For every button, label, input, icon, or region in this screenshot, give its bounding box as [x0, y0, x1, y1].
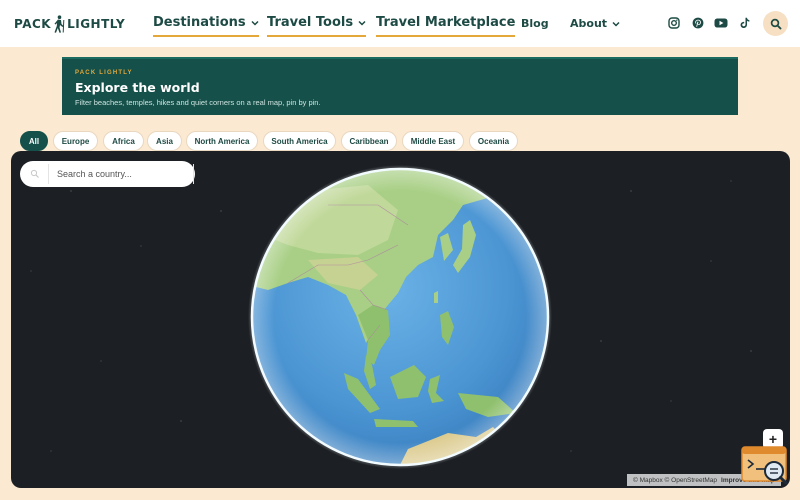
nav-about[interactable]: About: [570, 17, 620, 30]
banner-kicker: PACK LIGHTLY: [75, 70, 133, 76]
filter-chip-south-america[interactable]: South America: [263, 131, 336, 151]
hiker-icon: [54, 15, 65, 33]
hero-banner: PACK LIGHTLY Explore the world Filter be…: [62, 57, 738, 115]
world-map[interactable]: + © Mapbox © OpenStreetMap Improve this …: [11, 151, 790, 488]
brand-logo[interactable]: PACK LIGHTLY: [14, 14, 125, 34]
nav-underline: [376, 35, 516, 37]
filter-chip-oceania[interactable]: Oceania: [469, 131, 518, 151]
nav-travel-tools-label: Travel Tools: [267, 15, 354, 30]
chevron-down-icon: [612, 21, 620, 27]
filter-chip-caribbean[interactable]: Caribbean: [341, 131, 397, 151]
site-header: PACK LIGHTLY Destinations Travel Tools T…: [0, 0, 800, 47]
country-search-input[interactable]: [48, 164, 194, 184]
nav-marketplace-label: Travel Marketplace: [376, 15, 516, 30]
attribution-osm[interactable]: © OpenStreetMap: [665, 477, 717, 484]
globe[interactable]: [248, 165, 552, 469]
youtube-link[interactable]: [714, 16, 728, 30]
nav-blog-label: Blog: [521, 17, 549, 30]
banner-subtitle: Filter beaches, temples, hikes and quiet…: [75, 98, 321, 107]
search-icon: [30, 169, 39, 178]
country-search-box: [20, 161, 195, 187]
nav-travel-tools[interactable]: Travel Tools: [267, 15, 367, 37]
banner-title: Explore the world: [75, 80, 200, 95]
filter-chip-north-america[interactable]: North America: [186, 131, 258, 151]
nav-underline: [153, 35, 259, 37]
brand-name-left: PACK: [14, 17, 52, 31]
brand-name-right: LIGHTLY: [67, 17, 126, 31]
nav-about-label: About: [570, 17, 608, 30]
pinterest-link[interactable]: [691, 16, 705, 30]
nav-underline: [267, 35, 367, 37]
filter-chip-africa[interactable]: Africa: [103, 131, 144, 151]
filter-chip-middle-east[interactable]: Middle East: [402, 131, 464, 151]
tiktok-icon: [740, 17, 750, 29]
search-icon: [770, 18, 781, 29]
code-inspector-icon[interactable]: [741, 445, 789, 489]
nav-marketplace[interactable]: Travel Marketplace: [376, 15, 516, 37]
tiktok-link[interactable]: [738, 16, 752, 30]
chevron-down-icon: [358, 20, 366, 26]
filter-chip-all[interactable]: All: [20, 131, 48, 151]
pinterest-icon: [692, 17, 704, 29]
instagram-icon: [668, 17, 680, 29]
chevron-down-icon: [251, 20, 259, 26]
nav-destinations[interactable]: Destinations: [153, 15, 259, 37]
filter-chip-asia[interactable]: Asia: [147, 131, 182, 151]
filter-chip-europe[interactable]: Europe: [53, 131, 98, 151]
header-search-button[interactable]: [763, 11, 788, 36]
nav-blog[interactable]: Blog: [521, 17, 549, 30]
nav-destinations-label: Destinations: [153, 15, 246, 30]
youtube-icon: [714, 18, 728, 28]
instagram-link[interactable]: [667, 16, 681, 30]
attribution-mapbox[interactable]: © Mapbox: [633, 477, 663, 484]
